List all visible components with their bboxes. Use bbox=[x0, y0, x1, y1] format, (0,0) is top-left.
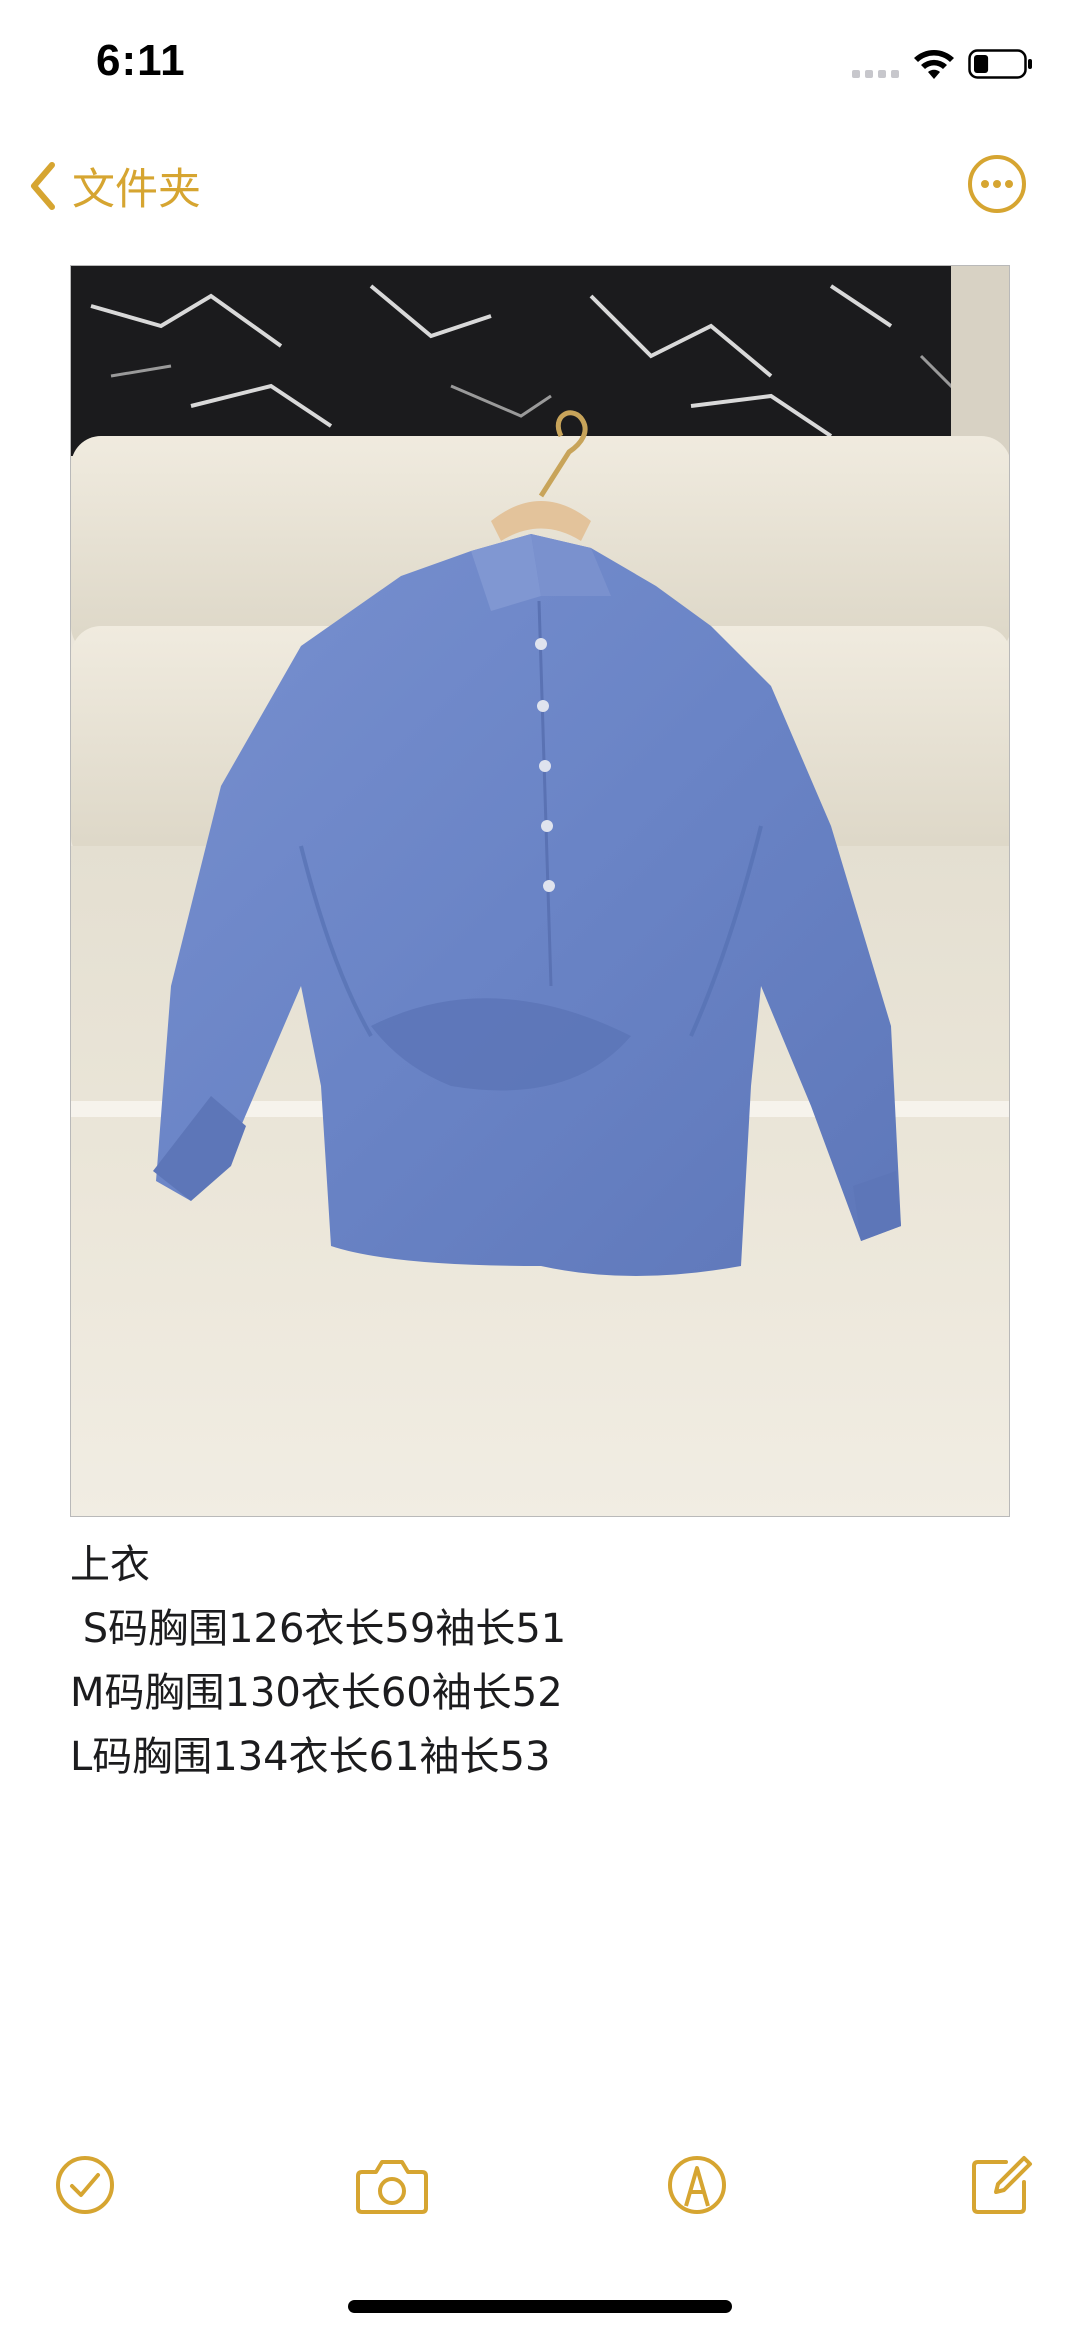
note-line-size-l: L码胸围134衣长61袖长53 bbox=[70, 1734, 551, 1780]
back-button[interactable]: 文件夹 bbox=[28, 156, 201, 216]
note-line-size-m: M码胸围130衣长60袖长52 bbox=[70, 1670, 563, 1716]
back-label: 文件夹 bbox=[72, 165, 201, 215]
status-bar: 6:11 bbox=[0, 0, 1080, 130]
photo-attachment[interactable] bbox=[70, 265, 1010, 1517]
note-line-size-s: S码胸围126衣长59袖长51 bbox=[70, 1606, 567, 1652]
bottom-toolbar bbox=[0, 2150, 1080, 2240]
camera-icon[interactable] bbox=[354, 2150, 430, 2220]
home-indicator[interactable] bbox=[348, 2300, 732, 2313]
note-body[interactable]: 上衣 S码胸围126衣长59袖长51 M码胸围130衣长60袖长52 L码胸围1… bbox=[70, 1533, 1010, 1789]
status-time: 6:11 bbox=[96, 36, 186, 85]
checklist-icon[interactable] bbox=[50, 2150, 120, 2220]
cellular-signal-icon bbox=[852, 66, 902, 78]
note-title: 上衣 bbox=[70, 1542, 150, 1588]
markup-icon[interactable] bbox=[662, 2150, 732, 2220]
wifi-icon bbox=[914, 50, 954, 79]
battery-icon bbox=[968, 49, 1032, 79]
chevron-left-icon bbox=[31, 162, 55, 210]
navigation-bar: 文件夹 bbox=[0, 130, 1080, 240]
blue-shirt-photo bbox=[71, 266, 1009, 1516]
ellipsis-circle-icon[interactable] bbox=[966, 153, 1028, 215]
compose-icon[interactable] bbox=[966, 2150, 1036, 2220]
